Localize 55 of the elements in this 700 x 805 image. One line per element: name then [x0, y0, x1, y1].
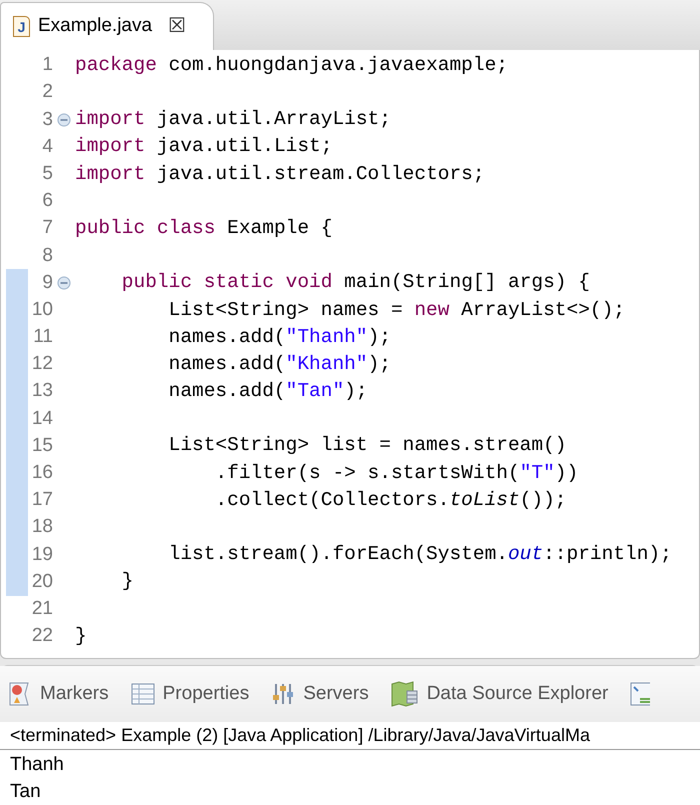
- window-icon: [630, 681, 650, 707]
- code-line: names.add("Thanh");: [168, 324, 391, 350]
- line-number: 16: [30, 461, 53, 485]
- line-number: 9: [41, 270, 53, 295]
- code-line: }: [120, 569, 134, 594]
- line-number: 15: [30, 434, 53, 458]
- code-line: import java.util.stream.Collectors;: [75, 162, 485, 187]
- code-line: names.add("Khanh");: [168, 352, 391, 377]
- line-number: 2: [41, 80, 53, 104]
- code-line: .collect(Collectors.toList());: [214, 488, 566, 513]
- panel-tab[interactable]: Servers: [271, 680, 369, 708]
- table-icon: [130, 683, 155, 705]
- line-number: 10: [30, 298, 53, 322]
- line-number: 22: [30, 624, 53, 648]
- map-icon: [390, 681, 419, 707]
- code-line: package com.huongdanjava.javaexample;: [75, 52, 508, 78]
- line-number: 11: [32, 325, 53, 350]
- line-number: 13: [30, 379, 53, 404]
- collapse-icon[interactable]: [57, 112, 71, 127]
- code-line: public static void main(String[] args) {: [120, 270, 590, 296]
- line-number: 1: [41, 53, 53, 78]
- line-number: 7: [41, 216, 53, 240]
- panel-tab[interactable]: Markers: [8, 680, 109, 708]
- line-number: 12: [30, 352, 53, 376]
- panel-tab[interactable]: Properties: [130, 680, 250, 708]
- code-line: import java.util.ArrayList;: [75, 107, 391, 132]
- line-number: 18: [30, 515, 53, 540]
- code-line: names.add("Tan");: [168, 379, 368, 404]
- code-line: public class Example {: [75, 216, 332, 241]
- code-line: List<String> names = new ArrayList<>();: [168, 298, 625, 322]
- code-line: }: [75, 624, 87, 649]
- console-header: <terminated> Example (2) [Java Application] /Library/Java/JavaVirtualMa: [10, 724, 590, 747]
- close-icon[interactable]: ☒: [168, 11, 186, 42]
- tab-title: Example.java: [38, 14, 152, 38]
- line-number: 5: [41, 162, 53, 186]
- java-file-icon: J: [13, 16, 30, 37]
- line-number: 17: [30, 488, 53, 512]
- line-number: 4: [41, 134, 53, 159]
- code-line: list.stream().forEach(System.out::println);: [168, 542, 672, 568]
- console-output-line: Tan: [10, 780, 42, 804]
- collapse-icon[interactable]: [57, 276, 71, 290]
- line-number: 14: [30, 406, 53, 431]
- line-number: 20: [30, 570, 53, 594]
- line-number: 3: [41, 108, 53, 132]
- console-output-line: Thanh: [10, 753, 65, 777]
- code-line: .filter(s -> s.startsWith("T")): [214, 460, 578, 486]
- panel-tab[interactable]: Data Source Explorer: [390, 680, 608, 708]
- line-number: 6: [41, 189, 53, 214]
- code-line: List<String> list = names.stream(): [168, 433, 566, 458]
- editor-tab[interactable]: J Example.java ☒: [0, 2, 214, 50]
- code-line: import java.util.List;: [75, 134, 332, 160]
- line-number: 21: [30, 596, 53, 621]
- line-number: 19: [30, 542, 53, 567]
- sliders-icon: [271, 682, 296, 706]
- line-number: 8: [41, 244, 53, 268]
